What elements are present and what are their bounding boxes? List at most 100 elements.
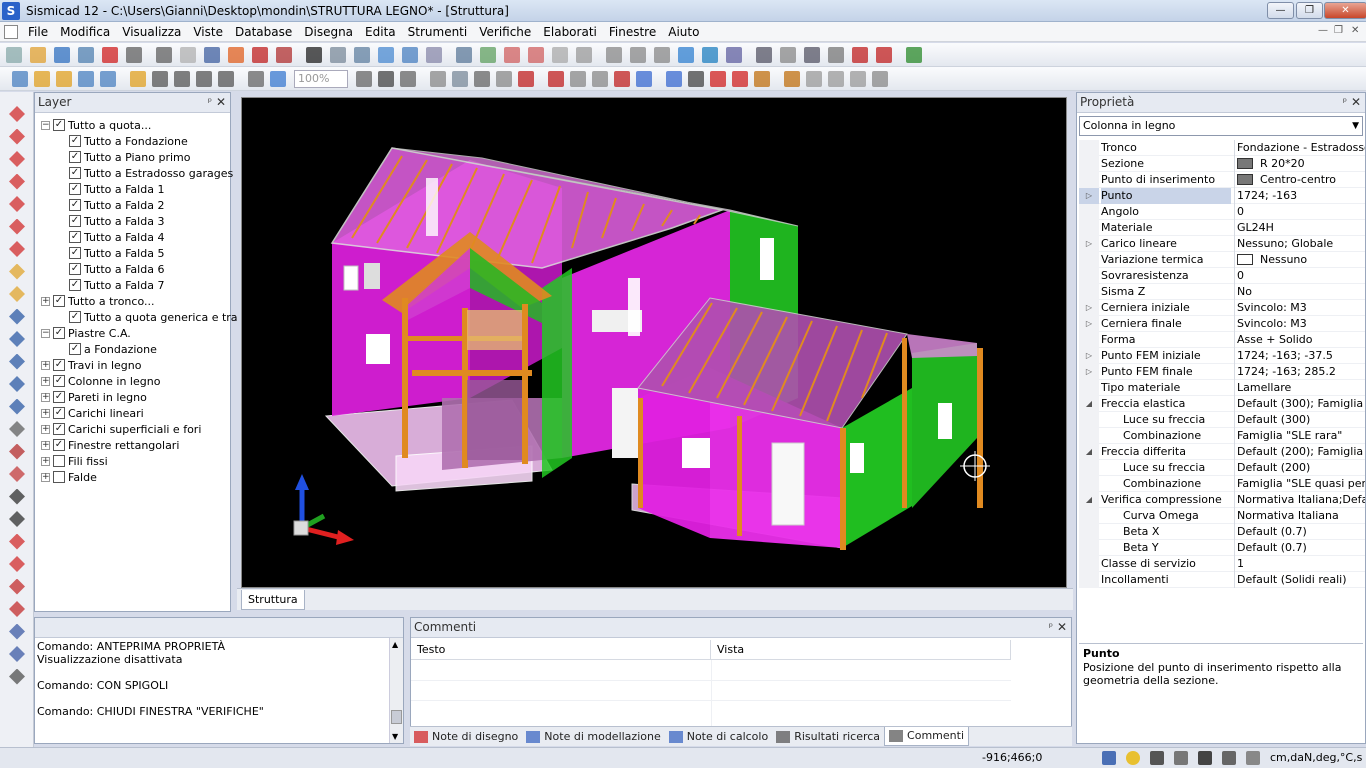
toolbar-button-icon[interactable] — [872, 71, 888, 87]
layer-item[interactable]: ✓ Tutto a Falda 5 — [69, 245, 164, 261]
property-value[interactable]: R 20*20 — [1234, 156, 1365, 172]
layer-item[interactable]: + ✓ Colonne in legno — [41, 373, 160, 389]
property-row[interactable]: ▷ Punto FEM finale 1724; -163; 285.2 — [1079, 364, 1365, 380]
toolbar-button-icon[interactable] — [528, 47, 544, 63]
layer-checkbox[interactable]: ✓ — [53, 119, 65, 131]
property-value[interactable]: Asse + Solido — [1234, 332, 1365, 348]
zoom-combo[interactable]: 100% — [294, 70, 348, 88]
tab-note-di-disegno[interactable]: Note di disegno — [410, 727, 522, 746]
tool-icon[interactable] — [9, 128, 25, 145]
app-icon[interactable]: S — [2, 2, 20, 20]
toolbar-button-icon[interactable] — [876, 47, 892, 63]
tool-icon[interactable] — [9, 376, 25, 392]
property-value[interactable]: Lamellare — [1234, 380, 1365, 396]
angle-icon[interactable] — [1198, 751, 1212, 765]
toolbar-button-icon[interactable] — [130, 71, 146, 87]
toolbar-button-icon[interactable] — [78, 47, 94, 63]
column-header-testo[interactable]: Testo — [411, 640, 711, 660]
toolbar-button-icon[interactable] — [152, 71, 168, 87]
toolbar-button-icon[interactable] — [330, 47, 346, 63]
tool-icon[interactable] — [9, 511, 25, 527]
property-value[interactable]: 1724; -163 — [1234, 188, 1365, 204]
scrollbar-thumb[interactable] — [391, 710, 402, 724]
layer-checkbox[interactable] — [53, 471, 65, 483]
tool-icon[interactable] — [9, 398, 25, 415]
scroll-up-icon[interactable]: ▲ — [392, 640, 398, 649]
property-row[interactable]: Incollamenti Default (Solidi reali) — [1079, 572, 1365, 588]
property-value[interactable]: Normativa Italiana;Default (0.7) — [1234, 492, 1365, 508]
comment-icon[interactable] — [1246, 751, 1260, 765]
scroll-down-icon[interactable]: ▼ — [392, 732, 398, 741]
property-value[interactable]: 1724; -163; -37.5 — [1234, 348, 1365, 364]
toolbar-button-icon[interactable] — [354, 47, 370, 63]
layer-checkbox[interactable]: ✓ — [69, 151, 81, 163]
layer-checkbox[interactable]: ✓ — [69, 263, 81, 275]
property-row[interactable]: Combinazione Famiglia "SLE quasi permanen… — [1079, 476, 1365, 492]
toolbar-button-icon[interactable] — [12, 71, 28, 87]
toolbar-button-icon[interactable] — [6, 47, 22, 63]
tool-icon[interactable] — [9, 556, 25, 572]
layer-item[interactable]: + Fili fissi — [41, 453, 108, 469]
layer-checkbox[interactable]: ✓ — [53, 407, 65, 419]
layer-checkbox[interactable]: ✓ — [69, 247, 81, 259]
property-value[interactable]: Default (200) — [1234, 460, 1365, 476]
toolbar-button-icon[interactable] — [402, 47, 418, 63]
toolbar-button-icon[interactable] — [654, 47, 670, 63]
layers-icon[interactable] — [1102, 751, 1116, 765]
tool-icon[interactable] — [9, 331, 25, 347]
layer-checkbox[interactable]: ✓ — [69, 215, 81, 227]
expand-icon[interactable]: ▷ — [1079, 236, 1099, 252]
toolbar-button-icon[interactable] — [688, 71, 704, 87]
layer-checkbox[interactable]: ✓ — [69, 279, 81, 291]
bulb-icon[interactable] — [1126, 751, 1140, 765]
toolbar-button-icon[interactable] — [474, 71, 490, 87]
property-row[interactable]: ▷ Punto 1724; -163 — [1079, 188, 1365, 204]
menu-item-elaborati[interactable]: Elaborati — [537, 25, 603, 39]
menu-item-verifiche[interactable]: Verifiche — [473, 25, 537, 39]
close-icon[interactable]: ✕ — [216, 93, 226, 112]
expand-icon[interactable]: + — [41, 440, 50, 450]
expand-icon[interactable]: ▷ — [1079, 188, 1099, 204]
toolbar-button-icon[interactable] — [180, 47, 196, 63]
expand-icon[interactable]: ◢ — [1079, 492, 1099, 508]
expand-icon[interactable]: ▷ — [1079, 316, 1099, 332]
layer-checkbox[interactable]: ✓ — [53, 359, 65, 371]
menu-item-strumenti[interactable]: Strumenti — [402, 25, 474, 39]
property-row[interactable]: Beta Y Default (0.7) — [1079, 540, 1365, 556]
toolbar-button-icon[interactable] — [218, 71, 234, 87]
property-value[interactable]: Default (300); Famiglia "SLE rara" — [1234, 396, 1365, 412]
toolbar-button-icon[interactable] — [378, 47, 394, 63]
expand-icon[interactable]: ▷ — [1079, 300, 1099, 316]
tool-icon[interactable] — [9, 241, 25, 257]
property-row[interactable]: ◢ Freccia elastica Default (300); Famiglia… — [1079, 396, 1365, 412]
toolbar-button-icon[interactable] — [196, 71, 212, 87]
expand-icon[interactable]: + — [41, 376, 50, 386]
toolbar-button-icon[interactable] — [248, 71, 264, 87]
toolbar-button-icon[interactable] — [78, 71, 94, 87]
layer-item[interactable]: + ✓ Finestre rettangolari — [41, 437, 179, 453]
property-row[interactable]: Sezione R 20*20 — [1079, 156, 1365, 172]
layer-item[interactable]: ✓ Tutto a Piano primo — [69, 149, 191, 165]
toolbar-button-icon[interactable] — [678, 47, 694, 63]
layer-item[interactable]: + ✓ Pareti in legno — [41, 389, 147, 405]
toolbar-button-icon[interactable] — [850, 71, 866, 87]
property-row[interactable]: Classe di servizio 1 — [1079, 556, 1365, 572]
layer-item[interactable]: + ✓ Carichi lineari — [41, 405, 144, 421]
layer-checkbox[interactable]: ✓ — [69, 135, 81, 147]
toolbar-button-icon[interactable] — [252, 47, 268, 63]
property-row[interactable]: Forma Asse + Solido — [1079, 332, 1365, 348]
property-row[interactable]: ◢ Verifica compressione Normativa Italiana… — [1079, 492, 1365, 508]
mdi-restore-button[interactable]: ❐ — [1334, 25, 1343, 36]
toolbar-button-icon[interactable] — [452, 71, 468, 87]
tool-icon[interactable] — [9, 443, 25, 460]
expand-icon[interactable]: ▷ — [1079, 348, 1099, 364]
menu-item-finestre[interactable]: Finestre — [603, 25, 662, 39]
toolbar-button-icon[interactable] — [306, 47, 322, 63]
menu-item-disegna[interactable]: Disegna — [298, 25, 359, 39]
document-icon[interactable] — [4, 25, 18, 39]
property-value[interactable]: Default (0.7) — [1234, 524, 1365, 540]
toolbar-button-icon[interactable] — [100, 71, 116, 87]
property-row[interactable]: Luce su freccia Default (300) — [1079, 412, 1365, 428]
expand-icon[interactable]: ◢ — [1079, 396, 1099, 412]
object-type-select[interactable]: Colonna in legno ▼ — [1079, 116, 1363, 136]
